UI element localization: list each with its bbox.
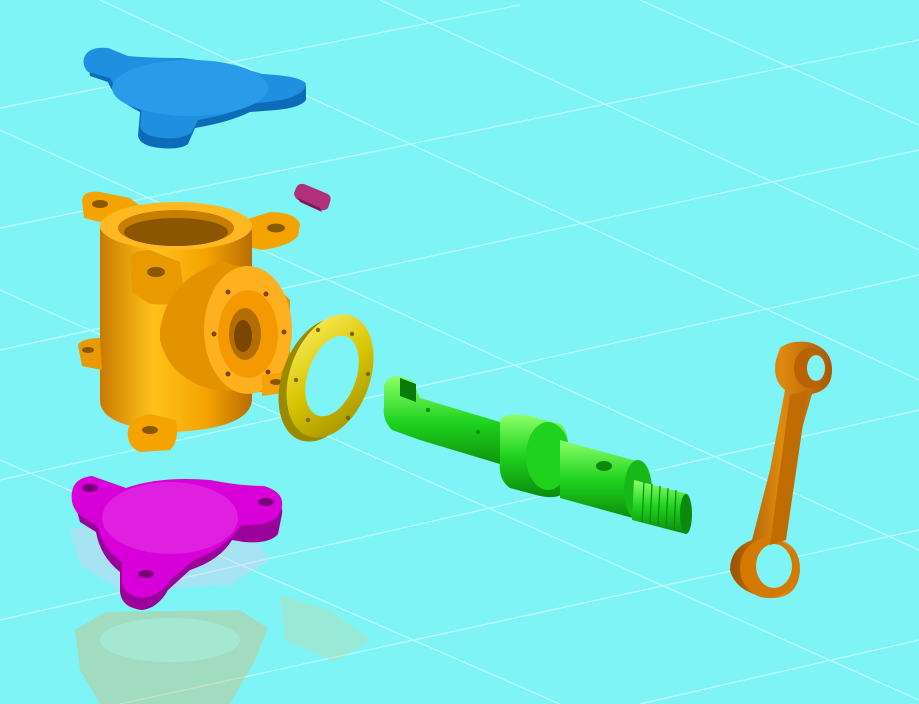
exploded-assembly-view[interactable] [0, 0, 919, 704]
cad-viewport[interactable] [0, 0, 919, 704]
